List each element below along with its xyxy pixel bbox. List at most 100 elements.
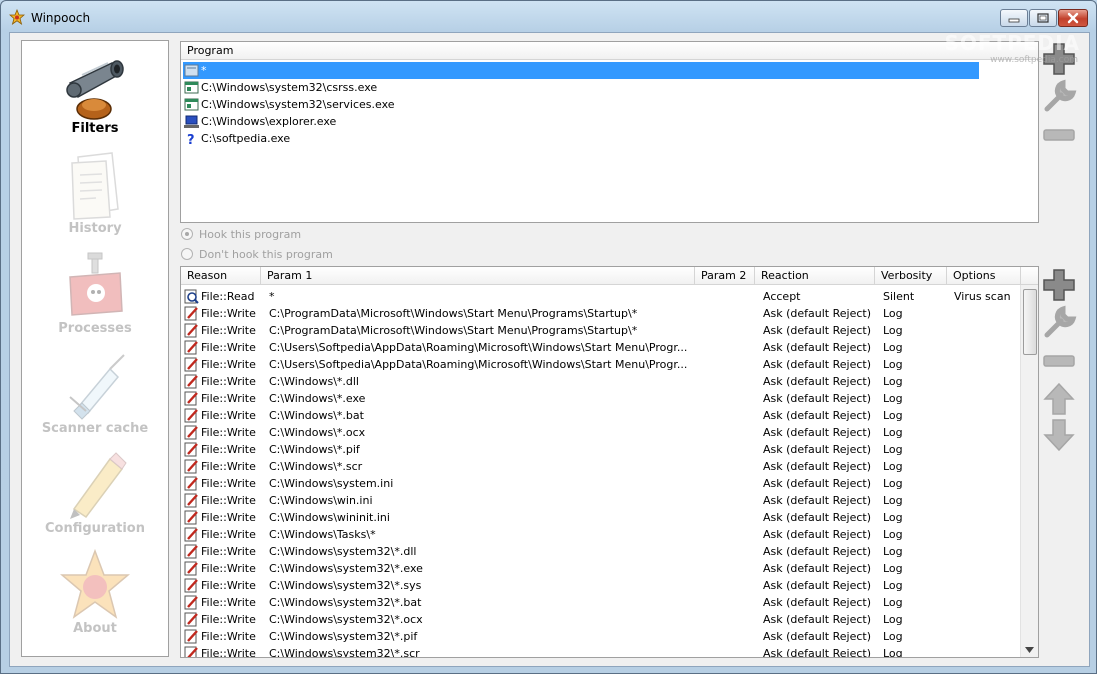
write-file-icon	[184, 459, 198, 474]
cell-reason: File::Write	[201, 545, 256, 558]
vertical-scrollbar[interactable]	[1020, 285, 1038, 657]
table-row[interactable]: File::Write C:\Windows\*.scr Ask (default …	[183, 458, 1021, 475]
write-file-icon	[184, 493, 198, 508]
cell-verbosity: Log	[883, 562, 903, 575]
syringe-icon	[69, 354, 125, 420]
column-header-spacer	[1021, 267, 1038, 285]
cell-param1: C:\Windows\*.bat	[269, 409, 364, 422]
main-area: Filters History Processes Scanner cache …	[9, 32, 1090, 667]
sidebar-item-about[interactable]: About	[22, 545, 168, 641]
column-header-verbosity[interactable]: Verbosity	[875, 267, 947, 285]
table-row[interactable]: File::Write C:\Windows\system32\*.ocx Ask …	[183, 611, 1021, 628]
edit-program-button[interactable]	[1041, 79, 1077, 115]
program-list[interactable]: Program * C:\Windows\system32\csrss.exe C:…	[180, 41, 1039, 223]
scroll-down-icon[interactable]	[1025, 647, 1034, 653]
close-button[interactable]	[1058, 9, 1088, 27]
cell-verbosity: Log	[883, 307, 903, 320]
table-row[interactable]: File::Write C:\ProgramData\Microsoft\Wind…	[183, 305, 1021, 322]
move-down-button[interactable]	[1041, 417, 1077, 453]
cell-param1: C:\Windows\*.scr	[269, 460, 363, 473]
remove-program-button[interactable]	[1041, 117, 1077, 153]
hook-radio[interactable]: Hook this program	[181, 227, 301, 243]
remove-rule-button[interactable]	[1041, 343, 1077, 379]
write-file-icon	[184, 527, 198, 542]
table-row[interactable]: File::Write C:\Windows\system32\*.sys Ask …	[183, 577, 1021, 594]
sidebar-item-processes[interactable]: Processes	[22, 245, 168, 341]
table-row[interactable]: File::Write C:\Windows\win.ini Ask (defaul…	[183, 492, 1021, 509]
cell-reason: File::Read	[201, 290, 255, 303]
write-file-icon	[184, 646, 198, 657]
cell-reaction: Ask (default Reject)	[763, 443, 872, 456]
svg-text:?: ?	[187, 133, 195, 145]
rules-table[interactable]: Reason Param 1 Param 2 Reaction Verbosit…	[180, 266, 1039, 658]
cell-reaction: Ask (default Reject)	[763, 341, 872, 354]
app-window: Winpooch Filters History Processes Scann…	[0, 0, 1097, 674]
cell-reaction: Ask (default Reject)	[763, 307, 872, 320]
table-row[interactable]: File::Write C:\Windows\wininit.ini Ask (de…	[183, 509, 1021, 526]
sidebar-item-configuration[interactable]: Configuration	[22, 445, 168, 541]
cell-reason: File::Write	[201, 460, 256, 473]
minimize-button[interactable]	[1000, 9, 1028, 27]
column-header-options[interactable]: Options	[947, 267, 1021, 285]
dont-hook-radio[interactable]: Don't hook this program	[181, 247, 333, 263]
scrollbar-thumb[interactable]	[1023, 289, 1037, 355]
program-path: *	[201, 64, 207, 77]
table-row[interactable]: File::Write C:\Windows\*.ocx Ask (default …	[183, 424, 1021, 441]
table-row[interactable]: File::Write C:\Windows\system32\*.bat Ask …	[183, 594, 1021, 611]
table-row[interactable]: File::Write C:\Users\Softpedia\AppData\Ro…	[183, 339, 1021, 356]
title-bar[interactable]: Winpooch	[1, 1, 1096, 33]
sidebar-item-filters[interactable]: Filters	[22, 45, 168, 141]
program-row[interactable]: *	[183, 62, 979, 79]
write-file-icon	[184, 425, 198, 440]
cell-reason: File::Write	[201, 375, 256, 388]
cell-reason: File::Write	[201, 613, 256, 626]
move-up-button[interactable]	[1041, 381, 1077, 417]
edit-rule-button[interactable]	[1041, 305, 1077, 341]
column-header-reason[interactable]: Reason	[181, 267, 261, 285]
table-row[interactable]: File::Write C:\Windows\*.exe Ask (default …	[183, 390, 1021, 407]
cell-param1: C:\Windows\system32\*.exe	[269, 562, 423, 575]
maximize-button[interactable]	[1029, 9, 1057, 27]
write-file-icon	[184, 374, 198, 389]
computer-icon	[184, 115, 199, 128]
cell-reason: File::Write	[201, 307, 256, 320]
table-row[interactable]: File::Write C:\Users\Softpedia\AppData\Ro…	[183, 356, 1021, 373]
sidebar-item-scanner-cache[interactable]: Scanner cache	[22, 345, 168, 441]
cell-reason: File::Write	[201, 528, 256, 541]
cell-verbosity: Log	[883, 341, 903, 354]
table-row[interactable]: File::Write C:\Windows\system32\*.exe Ask …	[183, 560, 1021, 577]
column-header-reaction[interactable]: Reaction	[755, 267, 875, 285]
cell-reaction: Ask (default Reject)	[763, 528, 872, 541]
table-row[interactable]: File::Write C:\Windows\system.ini Ask (def…	[183, 475, 1021, 492]
cell-param1: C:\Windows\system32\*.bat	[269, 596, 422, 609]
window-icon	[184, 98, 199, 111]
table-row[interactable]: File::Write C:\Windows\system32\*.dll Ask …	[183, 543, 1021, 560]
sidebar-item-history[interactable]: History	[22, 145, 168, 241]
star-app-icon	[9, 9, 25, 25]
cell-verbosity: Log	[883, 528, 903, 541]
cell-param1: C:\Windows\system.ini	[269, 477, 394, 490]
cell-reason: File::Write	[201, 324, 256, 337]
cell-reaction: Ask (default Reject)	[763, 647, 872, 658]
table-row[interactable]: File::Write C:\Windows\*.bat Ask (default …	[183, 407, 1021, 424]
watermark-brand: SOFTPEDIA	[944, 31, 1080, 55]
column-header-param1[interactable]: Param 1	[261, 267, 695, 285]
add-rule-button[interactable]	[1041, 267, 1077, 303]
cell-reaction: Ask (default Reject)	[763, 358, 872, 371]
cell-verbosity: Log	[883, 511, 903, 524]
write-file-icon	[184, 561, 198, 576]
table-row[interactable]: File::Write C:\Windows\*.pif Ask (default …	[183, 441, 1021, 458]
column-header-param2[interactable]: Param 2	[695, 267, 755, 285]
table-row[interactable]: File::Write C:\Windows\system32\*.pif Ask …	[183, 628, 1021, 645]
table-row[interactable]: File::Write C:\ProgramData\Microsoft\Wind…	[183, 322, 1021, 339]
table-row[interactable]: File::Write C:\Windows\*.dll Ask (default …	[183, 373, 1021, 390]
column-header-program[interactable]: Program	[181, 42, 1038, 60]
table-row[interactable]: File::Read * Accept Silent Virus scan	[183, 288, 1021, 305]
table-row[interactable]: File::Write C:\Windows\system32\*.scr Ask …	[183, 645, 1021, 658]
table-row[interactable]: File::Write C:\Windows\Tasks\* Ask (defaul…	[183, 526, 1021, 543]
cell-verbosity: Log	[883, 426, 903, 439]
hook-label: Hook this program	[199, 228, 302, 241]
window-title: Winpooch	[31, 11, 91, 25]
sidebar-item-label: Configuration	[45, 521, 145, 536]
cell-reaction: Accept	[763, 290, 801, 303]
